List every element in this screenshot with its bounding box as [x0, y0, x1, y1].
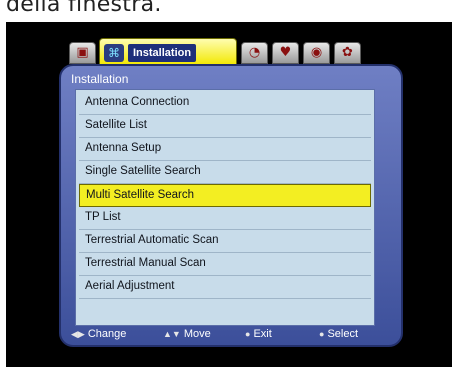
left-right-arrows-icon: ◀▶ — [71, 328, 85, 339]
tab-tv[interactable]: ▣ — [69, 42, 96, 64]
menu-item-multi-satellite-search[interactable]: Multi Satellite Search — [79, 184, 371, 207]
menu-item-terrestrial-manual-scan[interactable]: Terrestrial Manual Scan — [79, 253, 371, 276]
hint-exit-label: Exit — [253, 328, 272, 340]
menu-item-terrestrial-automatic-scan[interactable]: Terrestrial Automatic Scan — [79, 230, 371, 253]
menu-item-tp-list[interactable]: TP List — [79, 207, 371, 230]
menu-item-label: Antenna Setup — [85, 142, 162, 154]
menu-item-label: Terrestrial Manual Scan — [85, 257, 206, 269]
menu-item-label: Antenna Connection — [85, 96, 190, 108]
hint-exit: ● Exit — [245, 328, 272, 340]
menu-item-single-satellite-search[interactable]: Single Satellite Search — [79, 161, 371, 184]
menu-item-label: TP List — [85, 211, 121, 223]
hint-select: ● Select — [319, 328, 358, 340]
menu-item-antenna-connection[interactable]: Antenna Connection — [79, 92, 371, 115]
gear-icon: ✿ — [342, 45, 353, 60]
tab-favorites[interactable]: ♥ — [272, 42, 299, 64]
tab-globe[interactable]: ◉ — [303, 42, 330, 64]
caption-text: della finestra. — [6, 0, 162, 17]
ok-key-icon: ● — [319, 329, 325, 339]
menu-item-label: Aerial Adjustment — [85, 280, 175, 292]
menu-item-label: Multi Satellite Search — [86, 189, 195, 201]
tab-settings[interactable]: ✿ — [334, 42, 361, 64]
menu-item-label: Terrestrial Automatic Scan — [85, 234, 219, 246]
satellite-dish-icon: ⌘ — [104, 44, 124, 62]
menu-item-aerial-adjustment[interactable]: Aerial Adjustment — [79, 276, 371, 299]
panel-title: Installation — [71, 72, 129, 86]
footer-hints: ◀▶ Change ▲▼ Move ● Exit ● Select — [69, 328, 397, 344]
installation-panel: Installation Antenna Connection Satellit… — [59, 64, 403, 347]
hint-select-label: Select — [327, 328, 359, 340]
up-down-arrows-icon: ▲▼ — [163, 329, 181, 339]
hint-change: ◀▶ Change — [71, 328, 126, 340]
hint-move-label: Move — [183, 328, 211, 340]
menu-list: Antenna Connection Satellite List Antenn… — [75, 89, 375, 326]
tab-installation[interactable]: ⌘ Installation — [99, 38, 237, 66]
clock-icon: ◔ — [248, 45, 261, 60]
tab-label-installation: Installation — [128, 44, 197, 62]
menu-item-label: Single Satellite Search — [85, 165, 201, 177]
globe-icon: ◉ — [310, 45, 323, 60]
menu-item-satellite-list[interactable]: Satellite List — [79, 115, 371, 138]
menu-item-antenna-setup[interactable]: Antenna Setup — [79, 138, 371, 161]
tab-timer[interactable]: ◔ — [241, 42, 268, 64]
heart-icon: ♥ — [279, 45, 292, 60]
hint-change-label: Change — [87, 328, 127, 340]
tv-icon: ▣ — [76, 45, 89, 60]
exit-key-icon: ● — [245, 329, 251, 339]
menu-item-label: Satellite List — [85, 119, 148, 131]
hint-move: ▲▼ Move — [163, 328, 211, 340]
tab-bar: ▣ ⌘ Installation ◔ ♥ ◉ ✿ — [69, 38, 391, 66]
tv-screen: ▣ ⌘ Installation ◔ ♥ ◉ ✿ Installation An… — [6, 22, 452, 367]
